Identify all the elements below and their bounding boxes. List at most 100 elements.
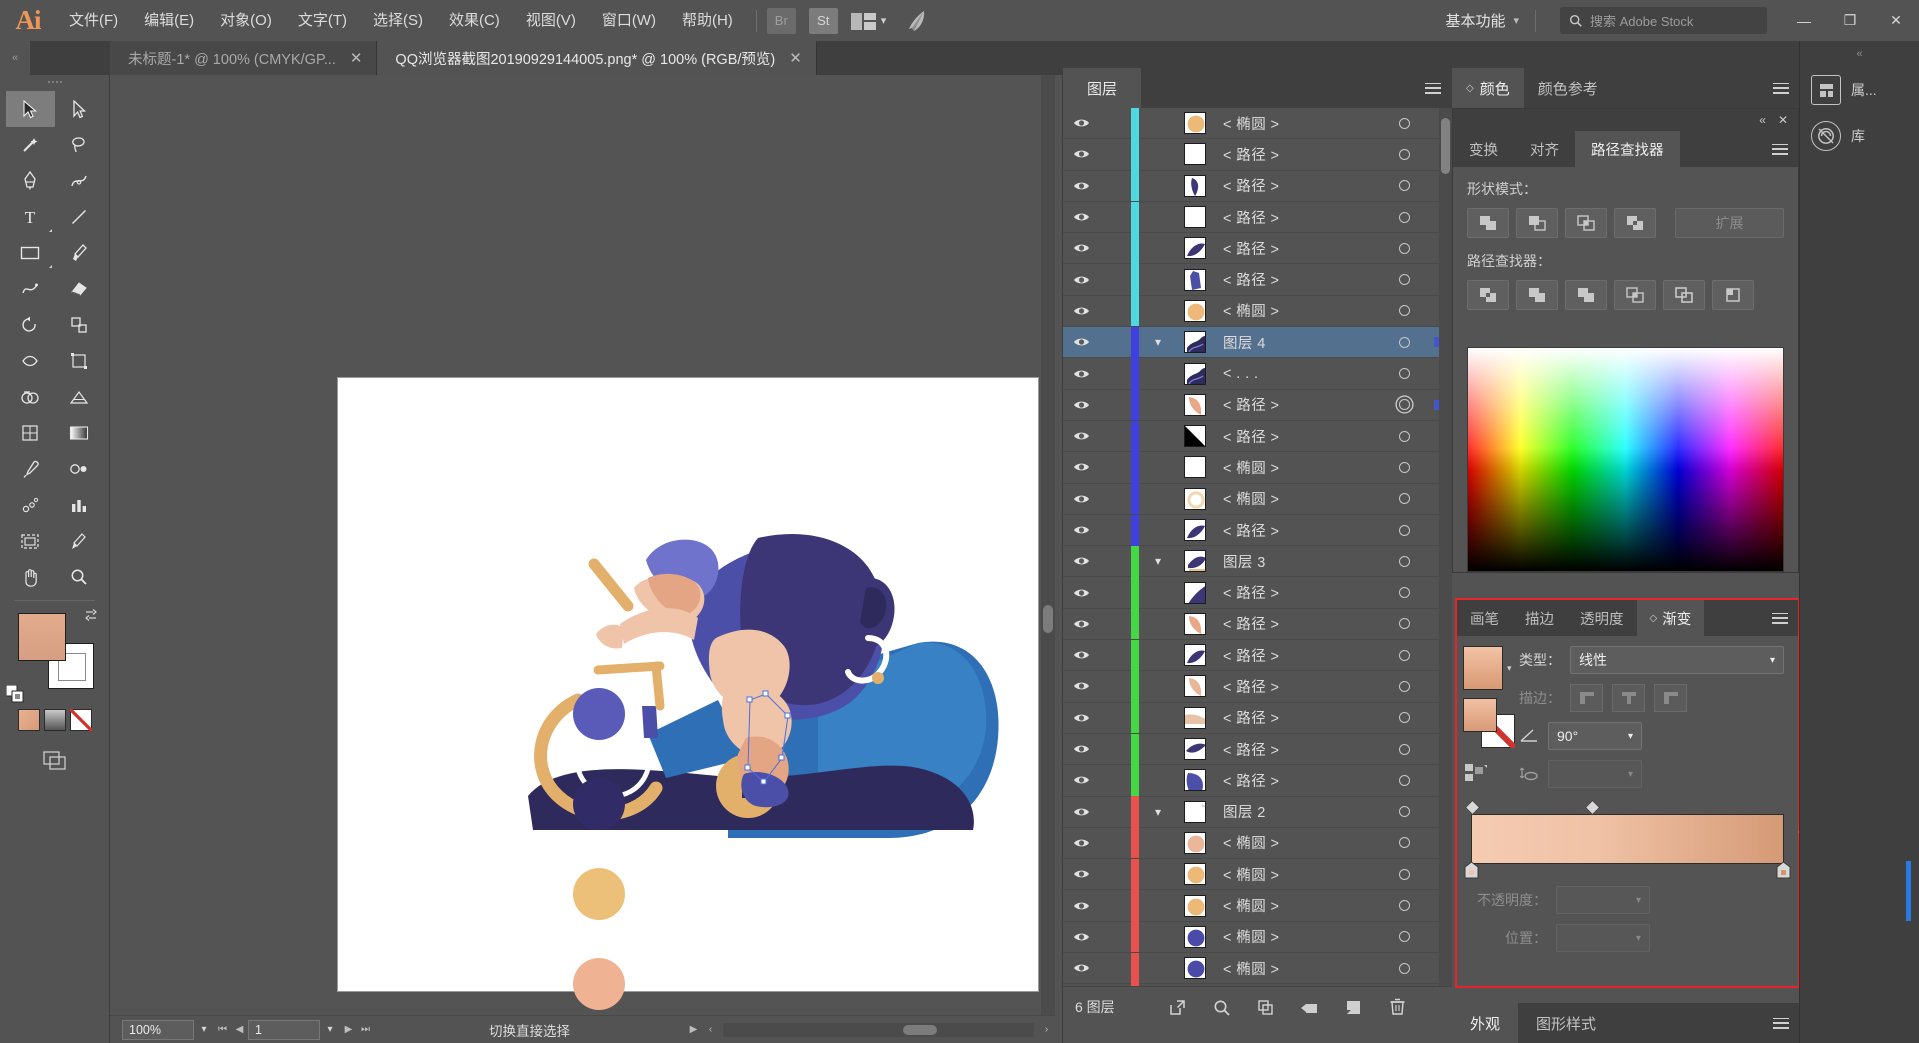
gradient-slider[interactable] bbox=[1471, 814, 1784, 864]
layer-target-column[interactable] bbox=[1382, 180, 1426, 192]
artboard-dropdown-icon[interactable]: ▾ bbox=[320, 1020, 340, 1040]
gradient-angle-field[interactable]: 90° ▾ bbox=[1548, 722, 1642, 750]
lasso-tool[interactable] bbox=[55, 127, 104, 163]
tab-pathfinder[interactable]: 路径查找器 bbox=[1575, 131, 1680, 167]
layer-target-column[interactable] bbox=[1382, 148, 1426, 160]
layer-target-column[interactable] bbox=[1382, 806, 1426, 818]
visibility-toggle-icon[interactable] bbox=[1063, 868, 1099, 880]
layer-target-column[interactable] bbox=[1382, 743, 1426, 755]
layer-target-column[interactable] bbox=[1382, 336, 1426, 348]
target-indicator[interactable] bbox=[1398, 180, 1410, 192]
tools-panel-grip[interactable] bbox=[0, 75, 109, 89]
rocket-icon[interactable] bbox=[902, 6, 932, 36]
layer-name[interactable]: < 路径 > bbox=[1213, 707, 1382, 728]
magic-wand-tool[interactable] bbox=[6, 127, 55, 163]
layer-target-column[interactable] bbox=[1382, 680, 1426, 692]
target-indicator[interactable] bbox=[1398, 712, 1410, 724]
visibility-toggle-icon[interactable] bbox=[1063, 242, 1099, 254]
target-indicator[interactable] bbox=[1398, 555, 1410, 567]
tab-brushes[interactable]: 画笔 bbox=[1457, 600, 1512, 636]
scroll-right-button[interactable]: › bbox=[1038, 1020, 1055, 1040]
sublayer-row[interactable]: < 路径 > bbox=[1063, 232, 1452, 265]
mesh-tool[interactable] bbox=[6, 415, 55, 451]
free-transform-tool[interactable] bbox=[55, 343, 104, 379]
gradient-type-select[interactable]: 线性 ▾ bbox=[1570, 646, 1784, 674]
document-tab-2[interactable]: QQ浏览器截图20190929144005.png* @ 100% (RGB/预… bbox=[377, 41, 817, 75]
scale-tool[interactable] bbox=[55, 307, 104, 343]
target-indicator[interactable] bbox=[1398, 868, 1410, 880]
expand-button[interactable]: 扩展 bbox=[1675, 208, 1784, 238]
screen-mode-button[interactable] bbox=[0, 749, 109, 770]
sublayer-row[interactable]: < 椭圆 > bbox=[1063, 295, 1452, 328]
curvature-tool[interactable] bbox=[55, 163, 104, 199]
close-button[interactable]: ✕ bbox=[1873, 0, 1919, 41]
gradient-preview-swatch[interactable] bbox=[1463, 646, 1503, 690]
color-spectrum-picker[interactable] bbox=[1467, 347, 1784, 572]
appearance-panel-menu-icon[interactable] bbox=[1763, 1003, 1799, 1043]
divide-button[interactable] bbox=[1467, 280, 1509, 310]
layer-name[interactable]: < 椭圆 > bbox=[1213, 958, 1382, 979]
layer-name[interactable]: < 椭圆 > bbox=[1213, 300, 1382, 321]
merge-button[interactable] bbox=[1565, 280, 1607, 310]
target-indicator[interactable] bbox=[1398, 117, 1410, 129]
exclude-button[interactable] bbox=[1614, 208, 1656, 238]
sublayer-row[interactable]: < 路径 > bbox=[1063, 702, 1452, 734]
make-clipping-mask-icon[interactable] bbox=[1199, 987, 1243, 1028]
layer-name[interactable]: < . . . bbox=[1213, 366, 1382, 382]
visibility-toggle-icon[interactable] bbox=[1063, 430, 1099, 442]
layer-target-column[interactable] bbox=[1382, 555, 1426, 567]
horizontal-scroll-thumb[interactable] bbox=[903, 1024, 937, 1035]
gradient-midpoint-start-icon[interactable] bbox=[1464, 799, 1481, 816]
layer-target-column[interactable] bbox=[1382, 399, 1426, 411]
menu-help[interactable]: 帮助(H) bbox=[669, 0, 746, 41]
target-indicator[interactable] bbox=[1398, 774, 1410, 786]
arrange-documents-icon[interactable] bbox=[850, 11, 877, 31]
target-indicator[interactable] bbox=[1398, 649, 1410, 661]
layer-row[interactable]: ▾ 图层 3 bbox=[1063, 545, 1452, 578]
crop-button[interactable] bbox=[1614, 280, 1656, 310]
eraser-tool[interactable] bbox=[55, 271, 104, 307]
sublayer-row[interactable]: < . . . bbox=[1063, 358, 1452, 390]
layer-name[interactable]: < 路径 > bbox=[1213, 676, 1382, 697]
gradient-swatch-dropdown-icon[interactable]: ▾ bbox=[1507, 663, 1512, 674]
next-artboard-button[interactable]: ▶ bbox=[340, 1020, 357, 1040]
layers-list[interactable]: < 椭圆 > < 路径 > < 路径 > < 路径 > < 路径 > < 路径 > < 椭圆… bbox=[1063, 108, 1452, 986]
layer-name[interactable]: < 路径 > bbox=[1213, 770, 1382, 791]
hand-tool[interactable] bbox=[6, 559, 55, 595]
sublayer-row[interactable]: < 路径 > bbox=[1063, 514, 1452, 547]
sublayer-row[interactable]: < 椭圆 > bbox=[1063, 827, 1452, 860]
menu-type[interactable]: 文字(T) bbox=[285, 0, 360, 41]
prev-artboard-button[interactable]: ◀ bbox=[231, 1020, 248, 1040]
layer-name[interactable]: < 椭圆 > bbox=[1213, 895, 1382, 916]
target-indicator[interactable] bbox=[1398, 211, 1410, 223]
tab-layers[interactable]: 图层 bbox=[1063, 68, 1142, 108]
line-segment-tool[interactable] bbox=[55, 199, 104, 235]
stock-icon[interactable]: St bbox=[808, 7, 838, 34]
target-indicator[interactable] bbox=[1398, 242, 1410, 254]
artboard-number-field[interactable]: 1 bbox=[248, 1019, 320, 1040]
layer-name[interactable]: < 路径 > bbox=[1213, 645, 1382, 666]
target-indicator[interactable] bbox=[1398, 900, 1410, 912]
default-fill-stroke-icon[interactable] bbox=[5, 684, 24, 703]
layer-target-column[interactable] bbox=[1382, 774, 1426, 786]
visibility-toggle-icon[interactable] bbox=[1063, 743, 1099, 755]
sublayer-row[interactable]: < 椭圆 > bbox=[1063, 890, 1452, 922]
visibility-toggle-icon[interactable] bbox=[1063, 618, 1099, 630]
layer-name[interactable]: < 椭圆 > bbox=[1213, 926, 1382, 947]
visibility-toggle-icon[interactable] bbox=[1063, 493, 1099, 505]
visibility-toggle-icon[interactable] bbox=[1063, 555, 1099, 567]
eyedropper-tool[interactable] bbox=[6, 451, 55, 487]
layer-name[interactable]: < 路径 > bbox=[1213, 175, 1382, 196]
collapse-panel-icon[interactable]: « bbox=[1759, 113, 1766, 127]
shaper-tool[interactable] bbox=[6, 271, 55, 307]
layer-target-column[interactable] bbox=[1382, 618, 1426, 630]
layer-name[interactable]: < 椭圆 > bbox=[1213, 457, 1382, 478]
layer-name[interactable]: < 路径 > bbox=[1213, 144, 1382, 165]
artboard[interactable] bbox=[338, 378, 1038, 1010]
sublayer-row[interactable]: < 路径 > bbox=[1063, 733, 1452, 766]
menu-edit[interactable]: 编辑(E) bbox=[131, 0, 207, 41]
visibility-toggle-icon[interactable] bbox=[1063, 680, 1099, 692]
layer-target-column[interactable] bbox=[1382, 274, 1426, 286]
canvas-vertical-scrollbar[interactable] bbox=[1041, 75, 1055, 1015]
rail-item-libraries[interactable]: 库 bbox=[1800, 113, 1919, 159]
